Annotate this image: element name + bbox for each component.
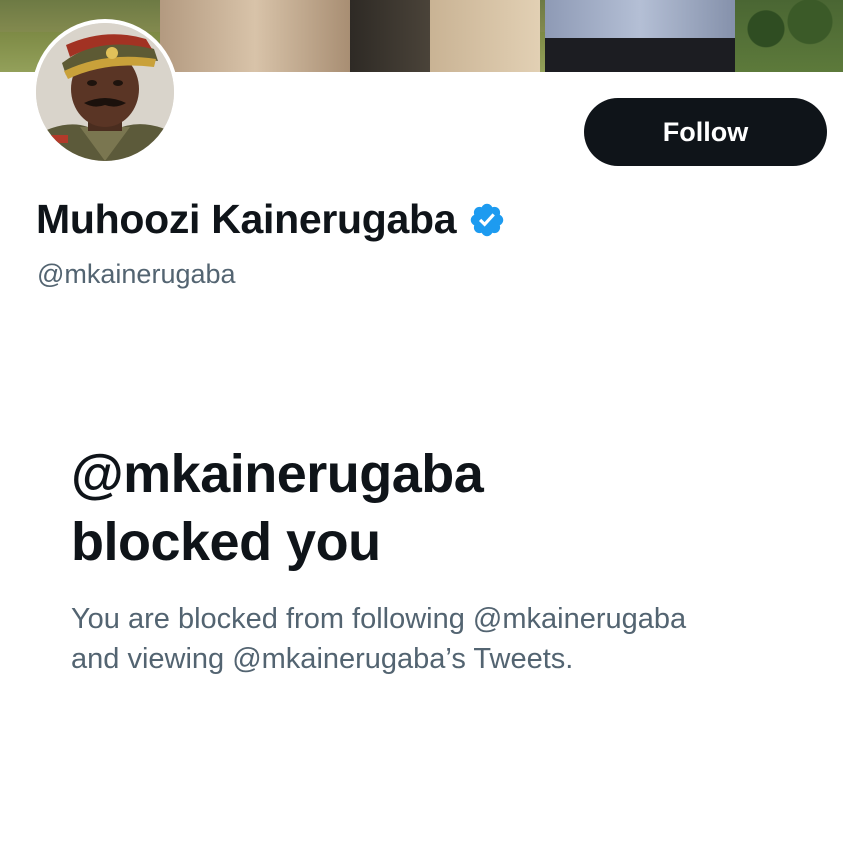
blocked-heading: @mkainerugaba blocked you	[71, 440, 771, 576]
display-name: Muhoozi Kainerugaba	[36, 196, 457, 242]
banner-figure	[545, 0, 735, 72]
follow-button[interactable]: Follow	[584, 98, 827, 166]
blocked-heading-line1: @mkainerugaba	[71, 444, 484, 504]
banner-figure	[160, 0, 350, 72]
banner-trees	[733, 0, 843, 72]
avatar-photo	[36, 23, 174, 161]
avatar-portrait	[36, 23, 174, 161]
banner-figure	[430, 0, 540, 72]
banner-figure	[350, 0, 430, 72]
blocked-description-line2: and viewing @mkainerugaba’s Tweets.	[71, 643, 574, 675]
profile-name-row: Muhoozi Kainerugaba	[36, 196, 506, 243]
blocked-description: You are blocked from following @mkaineru…	[71, 599, 801, 679]
blocked-heading-line2: blocked you	[71, 512, 381, 572]
verified-badge-icon[interactable]	[468, 201, 506, 239]
profile-avatar[interactable]	[32, 19, 178, 165]
profile-handle: @mkainerugaba	[37, 259, 236, 289]
blocked-description-line1: You are blocked from following @mkaineru…	[71, 603, 687, 635]
